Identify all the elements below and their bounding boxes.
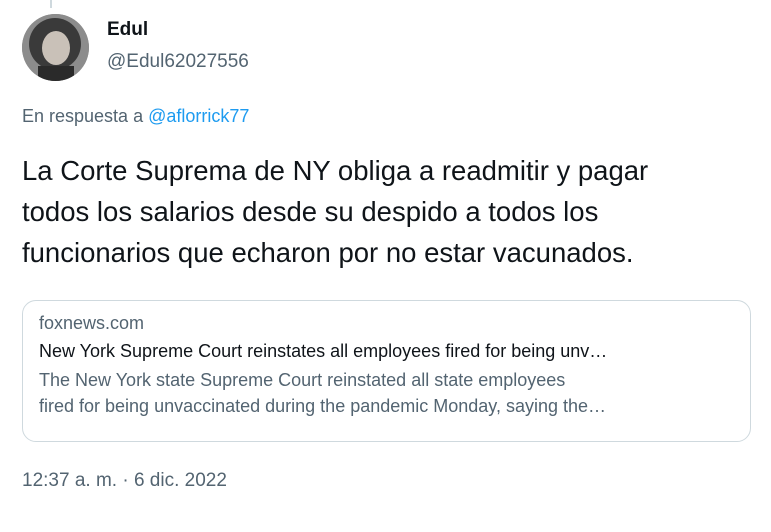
card-description-line: The New York state Supreme Court reinsta… — [39, 370, 566, 390]
tweet-text: La Corte Suprema de NY obliga a readmiti… — [22, 150, 762, 273]
card-domain: foxnews.com — [39, 313, 145, 333]
thread-connector-line — [50, 0, 52, 8]
tweet-text-line: La Corte Suprema de NY obliga a readmiti… — [22, 155, 649, 186]
author-handle[interactable]: @Edul62027556 — [107, 50, 249, 74]
card-description-line: fired for being unvaccinated during the … — [39, 396, 607, 416]
reply-mention-link[interactable]: @aflorrick77 — [148, 106, 249, 126]
card-title: New York Supreme Court reinstates all em… — [39, 341, 608, 361]
reply-context: En respuesta a @aflorrick77 — [22, 106, 249, 127]
reply-prefix: En respuesta a — [22, 106, 144, 126]
avatar-image — [22, 14, 89, 81]
tweet-text-line: funcionarios que echaron por no estar va… — [22, 237, 634, 268]
tweet-timestamp[interactable]: 12:37 a. m. · 6 dic. 2022 — [22, 470, 227, 492]
author-block: Edul @Edul62027556 — [107, 18, 249, 74]
avatar[interactable] — [22, 14, 89, 81]
author-name[interactable]: Edul — [107, 18, 249, 42]
link-preview-card[interactable]: foxnews.com New York Supreme Court reins… — [22, 300, 751, 442]
tweet-text-line: todos los salarios desde su despido a to… — [22, 196, 599, 227]
card-description: The New York state Supreme Court reinsta… — [39, 367, 738, 419]
